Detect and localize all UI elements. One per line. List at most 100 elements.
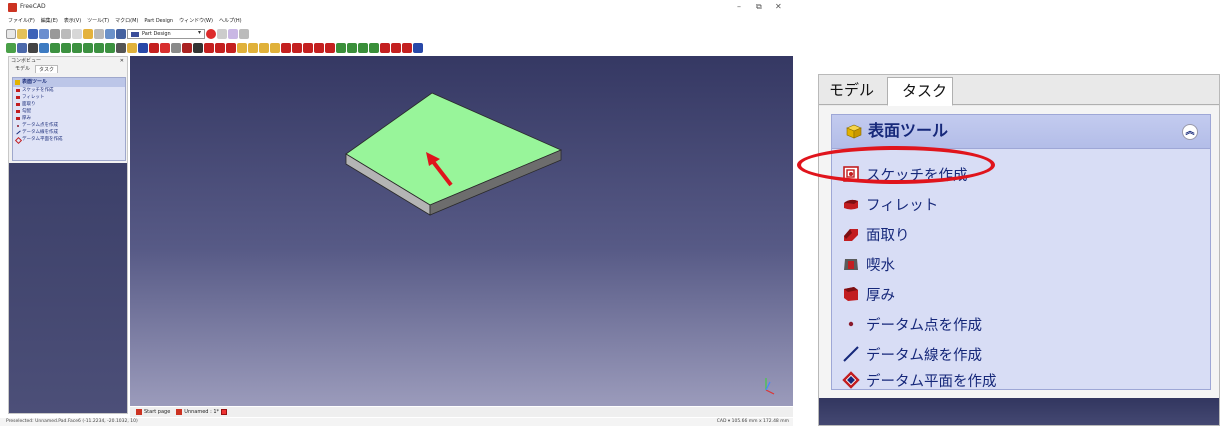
view-rear-icon[interactable]	[83, 42, 93, 53]
task-thickness[interactable]: 厚み	[842, 281, 895, 307]
menu-file[interactable]: ファイル(F)	[8, 16, 35, 26]
menu-part-design[interactable]: Part Design	[144, 16, 173, 26]
view-left-icon[interactable]	[105, 42, 115, 53]
mirror-icon[interactable]	[325, 42, 335, 53]
copy-icon[interactable]	[61, 28, 71, 39]
freecad-doc-icon	[176, 409, 183, 415]
close-tab-icon[interactable]	[221, 409, 228, 415]
open-file-icon[interactable]	[17, 28, 27, 39]
mini-item-datum-plane[interactable]: データム平面を作成	[13, 136, 125, 143]
mini-panel-title[interactable]: 表面ツール	[13, 78, 125, 87]
view-front-icon[interactable]	[50, 42, 60, 53]
hole-icon[interactable]	[391, 42, 401, 53]
close-button[interactable]: ✕	[775, 2, 782, 11]
revolution-icon[interactable]	[237, 42, 247, 53]
datum-line-toolbar-icon[interactable]	[193, 42, 203, 53]
datum-line-icon	[843, 346, 859, 362]
undo-icon[interactable]	[83, 28, 93, 39]
mini-item-create-sketch[interactable]: スケッチを作成	[13, 87, 125, 94]
polar-pattern-icon[interactable]	[347, 42, 357, 53]
menu-edit[interactable]: 編集(E)	[41, 16, 58, 26]
scaled-icon[interactable]	[358, 42, 368, 53]
draft-toolbar-icon[interactable]	[303, 42, 313, 53]
menu-macro[interactable]: マクロ(M)	[115, 16, 138, 26]
create-body-icon[interactable]	[127, 42, 137, 53]
combo-view-tabs: モデル タスク	[9, 65, 127, 73]
task-chamfer[interactable]: 面取り	[842, 221, 910, 247]
tab-model[interactable]: モデル	[825, 77, 883, 105]
view-bottom-icon[interactable]	[94, 42, 104, 53]
doc-tab-unnamed[interactable]: Unnamed : 1*	[176, 407, 228, 417]
combo-tab-task[interactable]: タスク	[35, 65, 59, 73]
surface-tools-header[interactable]: 表面ツール ︽	[832, 115, 1210, 149]
view-right-icon[interactable]	[72, 42, 82, 53]
draw-style-icon[interactable]	[28, 42, 38, 53]
mini-item-chamfer[interactable]: 面取り	[13, 101, 125, 108]
whats-this-icon[interactable]	[116, 28, 126, 39]
stop-macro-icon[interactable]	[217, 28, 227, 39]
new-file-icon[interactable]	[6, 28, 16, 39]
tab-task[interactable]: タスク	[887, 77, 953, 106]
mini-item-datum-point[interactable]: データム点を作成	[13, 122, 125, 129]
map-sketch-icon[interactable]	[171, 42, 181, 53]
task-draft[interactable]: 喫水	[842, 251, 895, 277]
groove-icon[interactable]	[402, 42, 412, 53]
chamfer-toolbar-icon[interactable]	[292, 42, 302, 53]
pocket-icon[interactable]	[226, 42, 236, 53]
save-icon[interactable]	[28, 28, 38, 39]
pipe-icon[interactable]	[259, 42, 269, 53]
thickness-toolbar-icon[interactable]	[314, 42, 324, 53]
mini-item-datum-line[interactable]: データム線を作成	[13, 129, 125, 136]
menu-tools[interactable]: ツール(T)	[87, 16, 109, 26]
print-icon[interactable]	[39, 28, 49, 39]
fillet-toolbar-icon[interactable]	[281, 42, 291, 53]
task-fillet[interactable]: フィレット	[842, 191, 938, 217]
create-part-icon[interactable]	[138, 42, 148, 53]
paste-icon[interactable]	[72, 28, 82, 39]
maximize-button[interactable]: ⧉	[756, 2, 762, 12]
doc-tab-start-page[interactable]: Start page	[136, 407, 170, 417]
workbench-selector[interactable]: Part Design	[127, 28, 205, 39]
datum-plane-toolbar-icon[interactable]	[204, 42, 214, 53]
loft-icon[interactable]	[248, 42, 258, 53]
view-iso-icon[interactable]	[39, 42, 49, 53]
mini-item-thickness[interactable]: 厚み	[13, 115, 125, 122]
view-top-icon[interactable]	[61, 42, 71, 53]
pad-icon[interactable]	[215, 42, 225, 53]
menu-help[interactable]: ヘルプ(H)	[219, 16, 242, 26]
task-datum-point[interactable]: データム点を作成	[842, 311, 982, 337]
combo-tab-model[interactable]: モデル	[12, 65, 33, 73]
primitive-icon[interactable]	[270, 42, 280, 53]
boolean-icon[interactable]	[380, 42, 390, 53]
multi-transform-icon[interactable]	[369, 42, 379, 53]
datum-point-toolbar-icon[interactable]	[182, 42, 192, 53]
redo-icon[interactable]	[94, 28, 104, 39]
measure-icon[interactable]	[116, 42, 126, 53]
shape-binder-icon[interactable]	[413, 42, 423, 53]
record-macro-icon[interactable]	[206, 28, 216, 39]
pad-top-face[interactable]	[345, 92, 563, 206]
freecad-doc-icon	[136, 409, 142, 415]
minimize-button[interactable]: –	[737, 2, 741, 11]
menu-view[interactable]: 表示(V)	[64, 16, 81, 26]
mini-item-fillet[interactable]: フィレット	[13, 94, 125, 101]
surface-tools-title: 表面ツール	[868, 121, 949, 140]
double-chevron-up-icon[interactable]: ︽	[1182, 124, 1198, 140]
task-datum-plane[interactable]: データム平面を作成	[842, 367, 997, 393]
cut-icon[interactable]	[50, 28, 60, 39]
edit-sketch-icon[interactable]	[160, 42, 170, 53]
new-sketch-icon[interactable]	[149, 42, 159, 53]
run-macro-icon[interactable]	[239, 28, 249, 39]
3d-viewport[interactable]	[130, 56, 793, 406]
fit-selection-icon[interactable]	[17, 42, 27, 53]
mini-item-draft[interactable]: 勾配	[13, 108, 125, 115]
combo-view-title: コンボビュー	[11, 58, 42, 64]
fit-all-icon[interactable]	[6, 42, 16, 53]
linear-pattern-icon[interactable]	[336, 42, 346, 53]
edit-macro-icon[interactable]	[228, 28, 238, 39]
refresh-icon[interactable]	[105, 28, 115, 39]
menu-window[interactable]: ウィンドウ(W)	[179, 16, 213, 26]
task-datum-line[interactable]: データム線を作成	[842, 341, 982, 367]
status-dimensions[interactable]: CAD ▾ 105.66 mm x 172.48 mm	[717, 418, 789, 426]
combo-view-close-icon[interactable]: ✕	[120, 57, 124, 65]
